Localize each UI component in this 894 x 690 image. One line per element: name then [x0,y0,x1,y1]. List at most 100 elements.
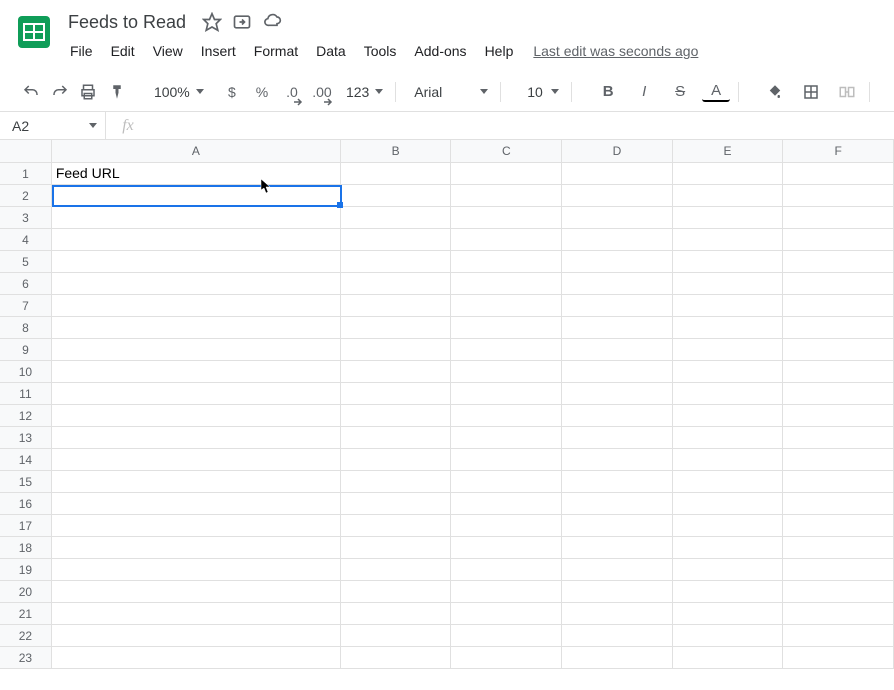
formula-input[interactable] [150,112,894,139]
menu-addons[interactable]: Add-ons [406,39,474,63]
row-header-1[interactable]: 1 [0,163,52,185]
cell-E21[interactable] [673,603,784,625]
merge-cells-icon[interactable] [833,78,861,106]
cell-F16[interactable] [783,493,894,515]
format-percent[interactable]: % [252,78,272,106]
cell-A5[interactable] [52,251,341,273]
select-all-corner[interactable] [0,140,52,163]
last-edit-link[interactable]: Last edit was seconds ago [533,43,698,59]
row-header-3[interactable]: 3 [0,207,52,229]
cell-E18[interactable] [673,537,784,559]
cell-A21[interactable] [52,603,341,625]
cell-E22[interactable] [673,625,784,647]
row-header-18[interactable]: 18 [0,537,52,559]
undo-icon[interactable] [18,78,44,106]
cell-F9[interactable] [783,339,894,361]
cell-C10[interactable] [451,361,562,383]
cell-D16[interactable] [562,493,673,515]
cell-D17[interactable] [562,515,673,537]
cell-C18[interactable] [451,537,562,559]
cell-A22[interactable] [52,625,341,647]
cell-E11[interactable] [673,383,784,405]
cell-C6[interactable] [451,273,562,295]
cell-D18[interactable] [562,537,673,559]
cell-B5[interactable] [341,251,452,273]
cell-D9[interactable] [562,339,673,361]
cell-B15[interactable] [341,471,452,493]
cell-E15[interactable] [673,471,784,493]
cell-B18[interactable] [341,537,452,559]
cell-A18[interactable] [52,537,341,559]
cell-A6[interactable] [52,273,341,295]
more-formats-select[interactable]: 123 [342,78,387,106]
cell-D4[interactable] [562,229,673,251]
cell-A14[interactable] [52,449,341,471]
cell-E16[interactable] [673,493,784,515]
cell-A23[interactable] [52,647,341,669]
cell-F1[interactable] [783,163,894,185]
cell-A12[interactable] [52,405,341,427]
cell-C1[interactable] [451,163,562,185]
cell-D11[interactable] [562,383,673,405]
fill-color-icon[interactable] [761,78,789,106]
document-title[interactable]: Feeds to Read [62,10,192,35]
cell-C20[interactable] [451,581,562,603]
cell-E5[interactable] [673,251,784,273]
row-header-20[interactable]: 20 [0,581,52,603]
row-header-13[interactable]: 13 [0,427,52,449]
cell-C3[interactable] [451,207,562,229]
text-color-button[interactable]: A [702,82,730,102]
cell-B8[interactable] [341,317,452,339]
cell-B14[interactable] [341,449,452,471]
row-header-8[interactable]: 8 [0,317,52,339]
cell-E14[interactable] [673,449,784,471]
menu-edit[interactable]: Edit [103,39,143,63]
row-header-15[interactable]: 15 [0,471,52,493]
column-header-A[interactable]: A [52,140,341,163]
cell-D19[interactable] [562,559,673,581]
cloud-status-icon[interactable] [262,12,282,32]
row-header-23[interactable]: 23 [0,647,52,669]
strikethrough-button[interactable]: S [666,78,694,106]
row-header-10[interactable]: 10 [0,361,52,383]
cell-C21[interactable] [451,603,562,625]
cell-D12[interactable] [562,405,673,427]
cell-A11[interactable] [52,383,341,405]
cell-D22[interactable] [562,625,673,647]
cell-B23[interactable] [341,647,452,669]
cell-C12[interactable] [451,405,562,427]
row-header-21[interactable]: 21 [0,603,52,625]
cell-E23[interactable] [673,647,784,669]
cell-F12[interactable] [783,405,894,427]
borders-icon[interactable] [797,78,825,106]
cell-B22[interactable] [341,625,452,647]
cell-C17[interactable] [451,515,562,537]
cell-B3[interactable] [341,207,452,229]
menu-help[interactable]: Help [477,39,522,63]
cell-B4[interactable] [341,229,452,251]
cell-F23[interactable] [783,647,894,669]
cell-E1[interactable] [673,163,784,185]
cell-E10[interactable] [673,361,784,383]
menu-view[interactable]: View [145,39,191,63]
cell-C4[interactable] [451,229,562,251]
cell-D7[interactable] [562,295,673,317]
cell-B17[interactable] [341,515,452,537]
menu-insert[interactable]: Insert [193,39,244,63]
cell-B12[interactable] [341,405,452,427]
cell-C16[interactable] [451,493,562,515]
cell-A13[interactable] [52,427,341,449]
cell-C23[interactable] [451,647,562,669]
column-header-E[interactable]: E [673,140,784,163]
cell-B1[interactable] [341,163,452,185]
cell-B6[interactable] [341,273,452,295]
cell-E12[interactable] [673,405,784,427]
cell-C11[interactable] [451,383,562,405]
cell-E19[interactable] [673,559,784,581]
cell-D20[interactable] [562,581,673,603]
row-header-6[interactable]: 6 [0,273,52,295]
cell-A8[interactable] [52,317,341,339]
cell-A9[interactable] [52,339,341,361]
cell-A19[interactable] [52,559,341,581]
sheets-logo[interactable] [14,12,54,52]
